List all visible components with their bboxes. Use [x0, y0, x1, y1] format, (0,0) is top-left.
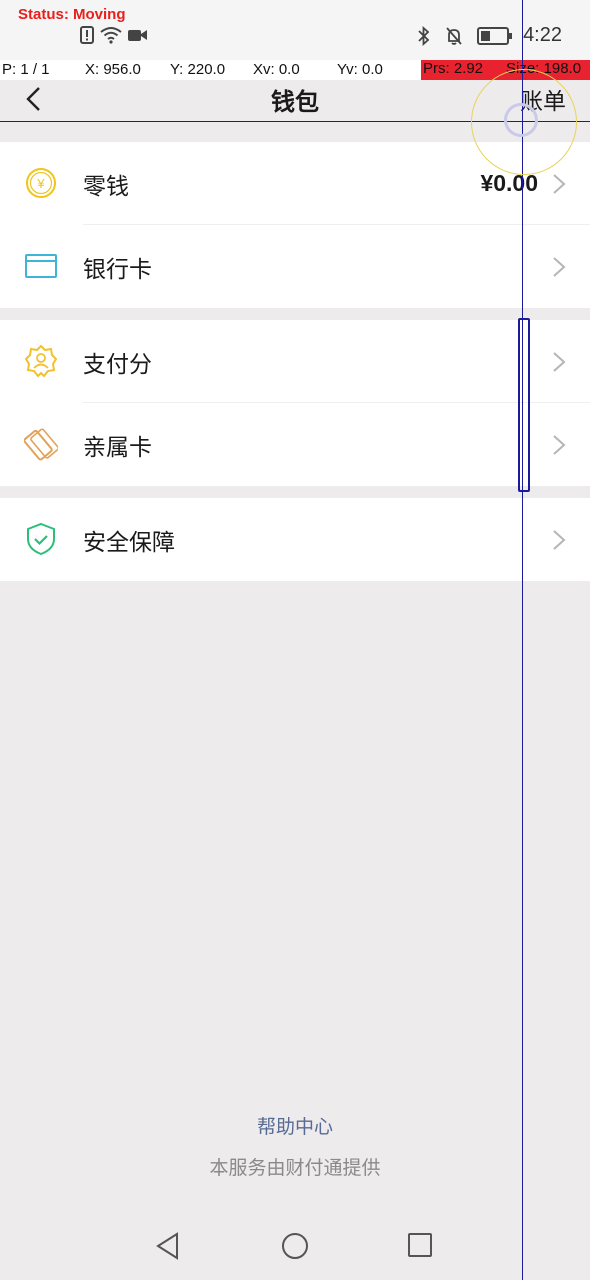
pointer-x: X: 956.0 — [85, 61, 141, 78]
family-card-icon — [24, 428, 58, 461]
pointer-crosshair-vertical — [522, 0, 523, 1280]
nav-home-icon[interactable] — [281, 1232, 309, 1260]
family-card-label: 亲属卡 — [83, 434, 152, 461]
coin-icon: ¥ — [26, 168, 56, 198]
touch-point-marker — [504, 103, 538, 137]
list-item-security[interactable]: 安全保障 — [0, 498, 590, 581]
security-label: 安全保障 — [83, 529, 175, 556]
chevron-right-icon — [553, 257, 566, 277]
pointer-xv: Xv: 0.0 — [253, 61, 300, 78]
chevron-right-icon — [553, 174, 566, 194]
status-left-icons — [80, 26, 148, 44]
nav-back-icon[interactable] — [155, 1232, 181, 1260]
list-item-pay-score[interactable]: 支付分 — [0, 320, 590, 403]
bank-card-label: 银行卡 — [83, 256, 152, 283]
battery-icon — [477, 26, 513, 45]
bluetooth-icon — [418, 25, 430, 46]
debug-status-text: Status: Moving — [18, 6, 126, 23]
pay-score-label: 支付分 — [83, 351, 152, 378]
shield-icon — [27, 522, 55, 556]
clock-time: 4:22 — [523, 24, 562, 46]
chevron-right-icon — [553, 435, 566, 455]
mute-icon — [446, 26, 462, 45]
chevron-right-icon — [553, 530, 566, 550]
list-item-family-card[interactable]: 亲属卡 — [0, 403, 590, 486]
pointer-pressure: Prs: 2.92 — [421, 60, 506, 80]
pointer-yv: Yv: 0.0 — [337, 61, 383, 78]
pointer-y: Y: 220.0 — [170, 61, 226, 78]
pointer-count: P: 1 / 1 — [2, 61, 50, 78]
alert-icon — [80, 26, 94, 44]
provider-note: 本服务由财付通提供 — [209, 1157, 381, 1179]
list-item-bank-card[interactable]: 银行卡 — [0, 225, 590, 308]
svg-text:¥: ¥ — [36, 176, 45, 191]
wifi-icon — [100, 27, 122, 44]
pay-score-icon — [24, 344, 58, 378]
chevron-right-icon — [553, 352, 566, 372]
scroll-indicator — [518, 318, 530, 492]
help-center-link[interactable]: 帮助中心 — [0, 1112, 590, 1139]
wallet-group-services: 支付分 亲属卡 — [0, 320, 590, 486]
video-icon — [128, 30, 147, 41]
system-nav-bar — [0, 1210, 590, 1280]
status-bar: Status: Moving 4:22 — [0, 0, 590, 60]
change-label: 零钱 — [83, 173, 129, 200]
status-right-icons: 4:22 — [417, 24, 562, 47]
wallet-group-security: 安全保障 — [0, 498, 590, 581]
nav-recents-icon[interactable] — [407, 1232, 433, 1258]
bank-card-icon — [25, 254, 57, 278]
